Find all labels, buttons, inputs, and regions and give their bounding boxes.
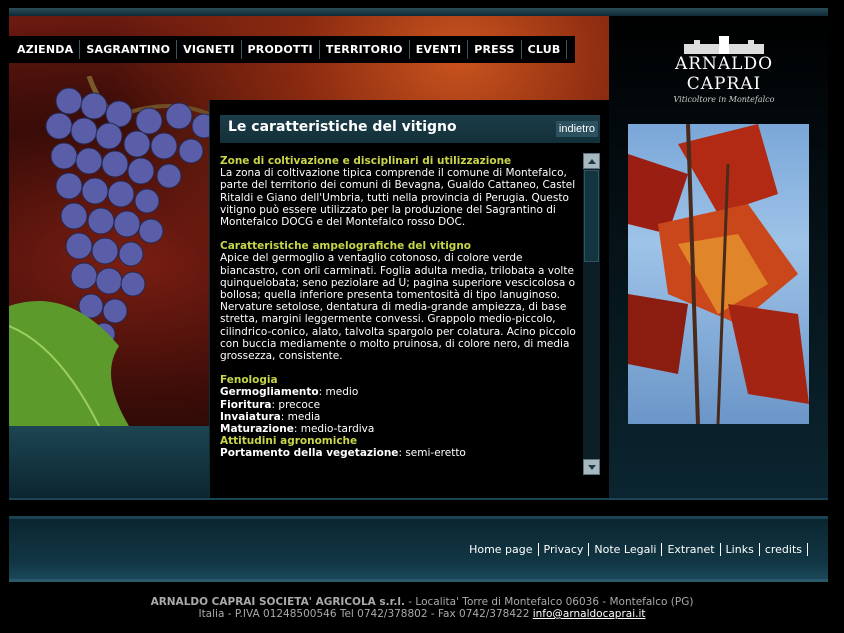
top-strip (9, 8, 828, 16)
arrow-down-icon (588, 465, 596, 470)
footer-link-links[interactable]: Links (721, 543, 760, 556)
fenologia-item: Fioritura: precoce (220, 398, 321, 411)
footer-divider (9, 579, 828, 582)
back-button[interactable]: indietro (555, 121, 598, 137)
content-panel: Le caratteristiche del vitigno indietro … (209, 100, 609, 498)
nav-club[interactable]: CLUB (522, 40, 568, 59)
red-leaves-photo (628, 124, 809, 424)
footer-link-note-legali[interactable]: Note Legali (589, 543, 663, 556)
section-title: Zone di coltivazione e disciplinari di u… (220, 155, 512, 167)
scroll-content[interactable]: Zone di coltivazione e disciplinari di u… (220, 155, 580, 475)
nav-territorio[interactable]: TERRITORIO (320, 40, 410, 59)
nav-azienda[interactable]: AZIENDA (11, 40, 81, 59)
footer-links: Home page Privacy Note Legali Extranet L… (464, 543, 808, 556)
arrow-up-icon (588, 159, 596, 164)
fenologia-item: Invaiatura: media (220, 410, 321, 423)
scrollbar[interactable] (583, 153, 600, 475)
scroll-up-button[interactable] (583, 153, 600, 169)
panel-header: Le caratteristiche del vitigno indietro (220, 115, 600, 143)
attitudini-item: Portamento della vegetazione: semi-erett… (220, 447, 466, 460)
main-nav: AZIENDA SAGRANTINO VIGNETI PRODOTTI TERR… (9, 36, 575, 63)
footer-divider (9, 498, 828, 500)
hero-base (9, 426, 209, 498)
footer-link-extranet[interactable]: Extranet (662, 543, 721, 556)
nav-eventi[interactable]: EVENTI (410, 40, 469, 59)
page-title: Le caratteristiche del vitigno (228, 119, 457, 135)
castle-icon (684, 36, 764, 54)
address-line-2: Italia - P.IVA 01248500546 Tel 0742/3788… (198, 608, 533, 620)
section-title: Caratteristiche ampelografiche del vitig… (220, 240, 472, 253)
nav-prodotti[interactable]: PRODOTTI (242, 40, 320, 59)
nav-vigneti[interactable]: VIGNETI (177, 40, 242, 59)
red-leaves-image (628, 124, 809, 424)
footer-link-credits[interactable]: credits (760, 543, 808, 556)
section-body: Apice del germoglio a ventaglio cotonoso… (220, 252, 576, 363)
footer-link-home[interactable]: Home page (464, 543, 539, 556)
brand-logo[interactable]: ARNALDO CAPRAI Viticoltore in Montefalco (639, 26, 809, 106)
address-line-1: - Localita' Torre di Montefalco 06036 - … (404, 596, 694, 608)
logo-name: ARNALDO CAPRAI (674, 54, 774, 94)
email-link[interactable]: info@arnaldocaprai.it (533, 608, 646, 620)
fenologia-item: Germogliamento: medio (220, 386, 359, 399)
scroll-down-button[interactable] (583, 459, 600, 475)
company-name: ARNALDO CAPRAI SOCIETA' AGRICOLA s.r.l. (150, 596, 405, 608)
fenologia-title: Fenologia (220, 374, 278, 387)
footer-link-privacy[interactable]: Privacy (539, 543, 590, 556)
nav-sagrantino[interactable]: SAGRANTINO (80, 40, 178, 59)
scroll-thumb[interactable] (584, 170, 599, 262)
fenologia-item: Maturazione: medio-tardiva (220, 423, 375, 436)
attitudini-title: Attitudini agronomiche (220, 435, 358, 448)
section-body: La zona di coltivazione tipica comprende… (220, 167, 576, 229)
nav-press[interactable]: PRESS (468, 40, 522, 59)
company-address: ARNALDO CAPRAI SOCIETA' AGRICOLA s.r.l. … (0, 596, 844, 620)
logo-tagline: Viticoltore in Montefalco (673, 95, 775, 104)
vine-leaf-image (9, 301, 129, 426)
